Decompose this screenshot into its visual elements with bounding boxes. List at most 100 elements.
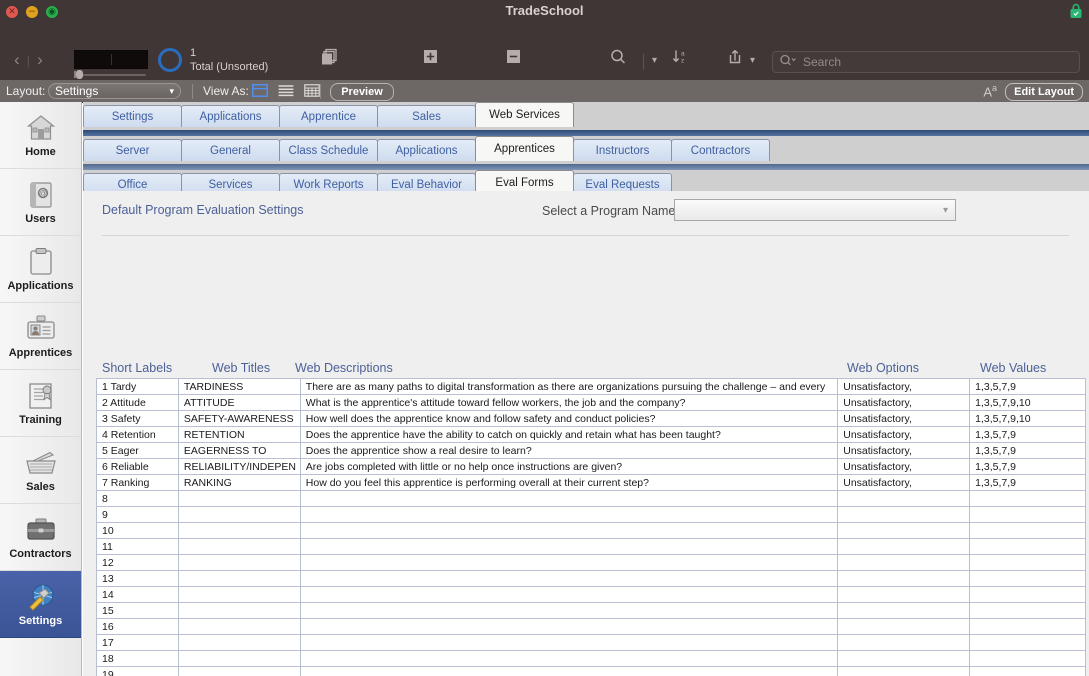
- cell-web-title[interactable]: [179, 635, 301, 650]
- cell-web-values[interactable]: 1,3,5,7,9: [970, 379, 1085, 394]
- cell-web-values[interactable]: [970, 603, 1085, 618]
- cell-short-label[interactable]: 3 Safety: [97, 411, 179, 426]
- cell-short-label[interactable]: 16: [97, 619, 179, 634]
- cell-web-description[interactable]: Does the apprentice have the ability to …: [301, 427, 839, 442]
- cell-web-description[interactable]: [301, 555, 839, 570]
- cell-short-label[interactable]: 17: [97, 635, 179, 650]
- cell-web-description[interactable]: How well does the apprentice know and fo…: [301, 411, 839, 426]
- sidebar-item-contractors[interactable]: Contractors: [0, 504, 81, 571]
- cell-web-title[interactable]: ATTITUDE: [179, 395, 301, 410]
- cell-short-label[interactable]: 8: [97, 491, 179, 506]
- tab-instructors[interactable]: Instructors: [573, 139, 672, 161]
- cell-web-description[interactable]: [301, 507, 839, 522]
- cell-web-values[interactable]: 1,3,5,7,9: [970, 427, 1085, 442]
- cell-web-options[interactable]: [838, 619, 971, 634]
- cell-web-values[interactable]: [970, 587, 1085, 602]
- table-row[interactable]: 5 Eager EAGERNESS TO Does the apprentice s…: [97, 443, 1085, 459]
- cell-web-options[interactable]: [838, 555, 971, 570]
- cell-web-values[interactable]: [970, 523, 1085, 538]
- cell-short-label[interactable]: 5 Eager: [97, 443, 179, 458]
- cell-web-options[interactable]: [838, 587, 971, 602]
- cell-web-title[interactable]: [179, 651, 301, 666]
- table-row[interactable]: 16: [97, 619, 1085, 635]
- cell-web-options[interactable]: Unsatisfactory,: [838, 395, 971, 410]
- cell-web-options[interactable]: [838, 667, 971, 676]
- cell-web-description[interactable]: [301, 571, 839, 586]
- cell-web-options[interactable]: [838, 571, 971, 586]
- table-view-icon[interactable]: [304, 84, 320, 102]
- sidebar-item-training[interactable]: Training: [0, 370, 81, 437]
- cell-web-description[interactable]: [301, 651, 839, 666]
- tab-web-services[interactable]: Web Services: [475, 102, 574, 127]
- new-record-button[interactable]: [400, 48, 460, 71]
- tab-general[interactable]: General: [181, 139, 280, 161]
- cell-web-title[interactable]: [179, 523, 301, 538]
- show-all-button[interactable]: [301, 48, 361, 71]
- cell-web-title[interactable]: TARDINESS: [179, 379, 301, 394]
- table-row[interactable]: 15: [97, 603, 1085, 619]
- tab-contractors[interactable]: Contractors: [671, 139, 770, 161]
- previous-record-icon[interactable]: ‹: [14, 50, 20, 70]
- cell-short-label[interactable]: 18: [97, 651, 179, 666]
- cell-web-values[interactable]: [970, 667, 1085, 676]
- cell-web-title[interactable]: RETENTION: [179, 427, 301, 442]
- form-view-icon[interactable]: [252, 84, 268, 102]
- cell-short-label[interactable]: 14: [97, 587, 179, 602]
- cell-web-values[interactable]: [970, 635, 1085, 650]
- list-view-icon[interactable]: [278, 84, 294, 102]
- table-row[interactable]: 12: [97, 555, 1085, 571]
- cell-web-description[interactable]: [301, 523, 839, 538]
- cell-web-description[interactable]: There are as many paths to digital trans…: [301, 379, 839, 394]
- search-input[interactable]: Search: [772, 51, 1080, 73]
- cell-short-label[interactable]: 12: [97, 555, 179, 570]
- text-size-icon[interactable]: Aa: [983, 83, 997, 99]
- table-row[interactable]: 9: [97, 507, 1085, 523]
- cell-web-values[interactable]: [970, 619, 1085, 634]
- table-row[interactable]: 3 Safety SAFETY-AWARENESS How well does th…: [97, 411, 1085, 427]
- cell-web-title[interactable]: [179, 587, 301, 602]
- cell-web-title[interactable]: [179, 619, 301, 634]
- sidebar-item-applications[interactable]: Applications: [0, 236, 81, 303]
- table-row[interactable]: 8: [97, 491, 1085, 507]
- cell-web-options[interactable]: [838, 539, 971, 554]
- cell-web-options[interactable]: [838, 603, 971, 618]
- table-row[interactable]: 6 Reliable RELIABILITY/INDEPEN Are jobs co…: [97, 459, 1085, 475]
- cell-short-label[interactable]: 1 Tardy: [97, 379, 179, 394]
- cell-web-title[interactable]: EAGERNESS TO: [179, 443, 301, 458]
- cell-web-title[interactable]: RELIABILITY/INDEPEN: [179, 459, 301, 474]
- cell-web-options[interactable]: [838, 491, 971, 506]
- cell-short-label[interactable]: 9: [97, 507, 179, 522]
- table-row[interactable]: 2 Attitude ATTITUDE What is the apprentice…: [97, 395, 1085, 411]
- cell-web-title[interactable]: [179, 667, 301, 676]
- cell-short-label[interactable]: 13: [97, 571, 179, 586]
- tab-sales[interactable]: Sales: [377, 105, 476, 127]
- table-row[interactable]: 18: [97, 651, 1085, 667]
- tab-class-schedule[interactable]: Class Schedule: [279, 139, 378, 161]
- cell-web-options[interactable]: Unsatisfactory,: [838, 475, 971, 490]
- cell-web-description[interactable]: What is the apprentice's attitude toward…: [301, 395, 839, 410]
- cell-web-description[interactable]: [301, 667, 839, 676]
- cell-short-label[interactable]: 15: [97, 603, 179, 618]
- tab-apprentices[interactable]: Apprentices: [475, 136, 574, 161]
- share-chevron-down-icon[interactable]: ▾: [750, 55, 755, 66]
- cell-web-values[interactable]: 1,3,5,7,9,10: [970, 395, 1085, 410]
- table-row[interactable]: 1 Tardy TARDINESS There are as many paths …: [97, 379, 1085, 395]
- sort-button[interactable]: a z: [657, 48, 703, 71]
- delete-record-button[interactable]: [483, 48, 543, 71]
- table-row[interactable]: 17: [97, 635, 1085, 651]
- cell-web-title[interactable]: SAFETY-AWARENESS: [179, 411, 301, 426]
- sidebar-item-apprentices[interactable]: Apprentices: [0, 303, 81, 370]
- edit-layout-button[interactable]: Edit Layout: [1005, 83, 1083, 101]
- cell-web-values[interactable]: [970, 571, 1085, 586]
- cell-web-description[interactable]: [301, 619, 839, 634]
- next-record-icon[interactable]: ›: [37, 50, 43, 70]
- cell-web-description[interactable]: [301, 587, 839, 602]
- slider-knob[interactable]: [76, 70, 83, 79]
- cell-web-values[interactable]: 1,3,5,7,9,10: [970, 411, 1085, 426]
- table-row[interactable]: 10: [97, 523, 1085, 539]
- lock-icon[interactable]: [1069, 3, 1083, 19]
- table-row[interactable]: 11: [97, 539, 1085, 555]
- table-row[interactable]: 14: [97, 587, 1085, 603]
- cell-web-values[interactable]: [970, 539, 1085, 554]
- cell-web-options[interactable]: [838, 651, 971, 666]
